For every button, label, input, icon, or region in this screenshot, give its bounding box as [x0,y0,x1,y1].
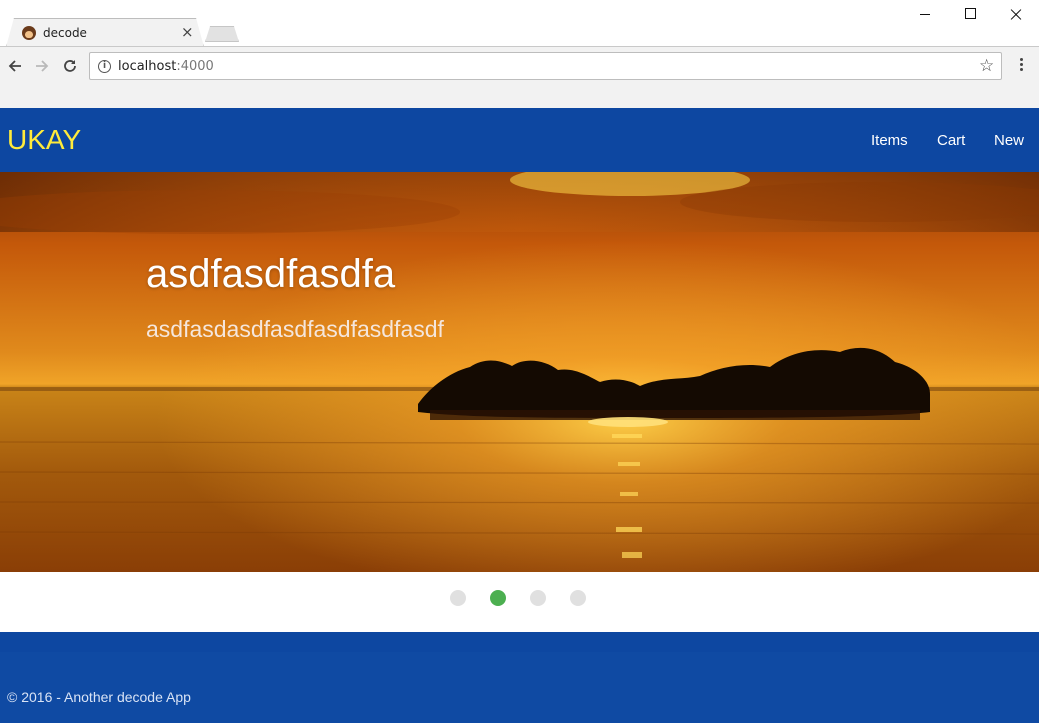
site-info-icon[interactable]: i [98,60,111,73]
new-tab-button[interactable] [205,26,239,42]
back-button[interactable] [2,53,28,79]
slider-dot-2[interactable] [490,590,506,606]
slide-title: asdfasdfasdfa [146,252,396,296]
arrow-left-icon [8,60,21,72]
address-bar[interactable]: i localhost:4000 ☆ [89,52,1002,80]
slider-dot-1[interactable] [450,590,466,606]
site-navbar: UKAY Items Cart New [0,108,1039,172]
brand-logo[interactable]: UKAY [7,124,81,156]
url-port: :4000 [176,59,214,74]
tab-close-icon[interactable]: × [181,23,194,41]
slider-dot-3[interactable] [530,590,546,606]
browser-titlebar: decode × [0,0,1039,47]
slider-indicators [0,572,1039,632]
close-window-button[interactable] [992,4,1038,28]
kebab-menu-icon[interactable] [1012,58,1030,76]
slider-dot-4[interactable] [570,590,586,606]
favicon-icon [22,26,36,40]
minimize-button[interactable] [902,4,948,28]
browser-toolbar: i localhost:4000 ☆ [0,46,1039,84]
footer-copyright-bar: © 2016 - Another decode App [0,652,1039,723]
forward-button[interactable] [29,53,55,79]
browser-tab[interactable]: decode × [6,18,204,47]
nav-link-new[interactable]: New [994,132,1024,149]
reload-button[interactable] [57,53,83,79]
maximize-button[interactable] [947,4,993,28]
browser-chrome: decode × i localhost:4000 ☆ [0,0,1039,108]
nav-link-items[interactable]: Items [871,132,908,149]
tab-title: decode [43,26,87,40]
slide-subtitle: asdfasdasdfasdfasdfasdfasdf [146,316,444,342]
site-footer: © 2016 - Another decode App [0,632,1039,723]
arrow-right-icon [36,60,49,72]
copyright-text: © 2016 - Another decode App [7,689,191,705]
hero-slider[interactable]: asdfasdfasdfa asdfasdasdfasdfasdfasdfasd… [0,172,1039,572]
reload-icon [64,60,76,72]
url-host: localhost [118,59,177,74]
sunset-lake-image [0,172,1039,572]
nav-link-cart[interactable]: Cart [937,132,965,149]
star-icon[interactable]: ☆ [979,56,994,76]
url-text[interactable]: localhost:4000 [118,59,214,74]
